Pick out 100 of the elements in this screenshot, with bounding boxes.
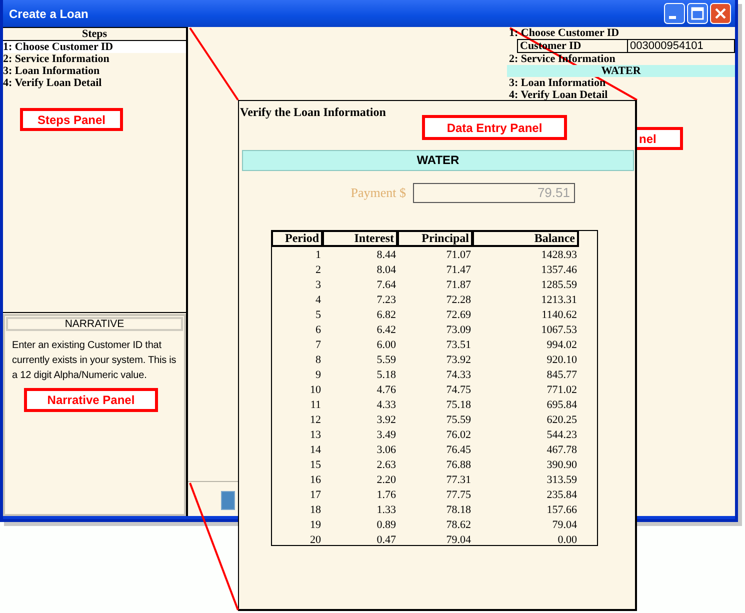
panel-heading: NARRATIVE: [6, 317, 183, 331]
table-cell-text: 771.02: [546, 383, 578, 398]
step-item[interactable]: 4: Verify Loan Detail: [3, 77, 186, 89]
close-icon[interactable]: [710, 3, 731, 24]
table-cell-text: 76.88: [445, 458, 472, 473]
table-cell-text: 73.51: [445, 338, 472, 353]
table-cell-text: 13: [309, 428, 322, 443]
table-cell-text: 3: [314, 278, 322, 293]
table-cell-text: 72.69: [445, 308, 472, 323]
summary-step: 3: Loan Information: [509, 77, 735, 89]
table-cell-text: 3.06: [376, 443, 397, 458]
table-cell-text: 19: [309, 518, 322, 533]
table-cell-text: 75.18: [445, 398, 472, 413]
table-cell-text: 7: [314, 338, 322, 353]
table-cell-text: 5.18: [376, 368, 397, 383]
table-cell-text: 73.92: [445, 353, 472, 368]
table-cell-text: 79.04: [551, 518, 578, 533]
table-cell-text: 16: [309, 473, 322, 488]
table-cell-text: 467.78: [546, 443, 578, 458]
table-cell-text: 920.10: [546, 353, 578, 368]
callout-label: Data Entry Panel: [422, 115, 567, 140]
callout-label: nel: [637, 127, 683, 150]
table-cell-text: 71.47: [445, 263, 472, 278]
column-header: Balance: [473, 231, 579, 247]
step-item[interactable]: 1: Choose Customer ID: [3, 41, 186, 53]
table-cell-text: 5.59: [376, 353, 397, 368]
table-cell-text: 6.00: [376, 338, 397, 353]
table-cell-text: 1: [314, 248, 322, 263]
table-cell-text: 17: [309, 488, 322, 503]
table-cell-text: 12: [309, 413, 322, 428]
minimize-icon[interactable]: [664, 3, 685, 24]
table-cell-text: 1067.53: [540, 323, 578, 338]
table-cell-text: 8.44: [376, 248, 397, 263]
table-cell-text: 14: [309, 443, 322, 458]
table-cell-text: 5: [314, 308, 322, 323]
table-cell-text: 1285.59: [540, 278, 578, 293]
table-cell-text: 0.47: [376, 533, 397, 548]
table-cell-text: 6.42: [376, 323, 397, 338]
table-cell-text: 74.33: [445, 368, 472, 383]
table-cell-text: 2.20: [376, 473, 397, 488]
table-cell-text: 1428.93: [540, 248, 578, 263]
table-cell-text: 2: [314, 263, 322, 278]
service-highlight: WATER: [507, 65, 735, 77]
table-cell-text: 1213.31: [540, 293, 578, 308]
column-header: Period: [272, 231, 323, 247]
table-cell-text: 8: [314, 353, 322, 368]
table-cell-text: 6.82: [376, 308, 397, 323]
table-cell-text: 74.75: [445, 383, 472, 398]
table-cell-text: 544.23: [546, 428, 578, 443]
step-item[interactable]: 2: Service Information: [3, 53, 186, 65]
step-item[interactable]: 3: Loan Information: [3, 65, 186, 77]
table-cell-text: 390.90: [546, 458, 578, 473]
panel-title: Verify the Loan Information: [240, 105, 387, 119]
table-cell-text: 71.07: [445, 248, 472, 263]
table-cell-text: 7.64: [376, 278, 397, 293]
table-cell-text: 1357.46: [540, 263, 578, 278]
table-cell-text: 695.84: [546, 398, 578, 413]
table-cell-text: 15: [309, 458, 322, 473]
table-cell-text: 77.31: [445, 473, 472, 488]
column-header: Interest: [323, 231, 398, 247]
narrative-text: Enter an existing Customer ID that currently exists in your system. This is a 12 digit Alpha/Numeric value.: [11, 339, 178, 383]
table-cell-text: 157.66: [546, 503, 578, 518]
callout-label: Narrative Panel: [24, 388, 158, 412]
table-cell-text: 77.75: [445, 488, 472, 503]
service-banner: WATER: [242, 150, 634, 171]
table-cell-text: 6: [314, 323, 322, 338]
summary-step: 1: Choose Customer ID: [509, 27, 735, 39]
table-cell-text: 235.84: [546, 488, 578, 503]
table-cell-text: 71.87: [445, 278, 472, 293]
table-cell-text: 0.89: [376, 518, 397, 533]
table-cell-text: 3.49: [376, 428, 397, 443]
table-cell-text: 4: [314, 293, 322, 308]
table-cell-text: 7.23: [376, 293, 397, 308]
table-cell-text: 1.76: [376, 488, 397, 503]
field-value: 003000954101: [629, 40, 704, 52]
table-cell-text: 2.63: [376, 458, 397, 473]
table-cell-text: 18: [309, 503, 322, 518]
table-cell-text: 845.77: [546, 368, 578, 383]
window-title: Create a Loan: [9, 6, 88, 20]
table-cell-text: 3.92: [376, 413, 397, 428]
table-cell-text: 78.62: [445, 518, 472, 533]
table-cell-text: 313.59: [546, 473, 578, 488]
table-cell-text: 9: [314, 368, 322, 383]
table-cell-text: 73.09: [445, 323, 472, 338]
callout-label: Steps Panel: [20, 108, 123, 131]
table-cell-text: 20: [309, 533, 322, 548]
table-cell-text: 76.45: [445, 443, 472, 458]
table-cell-text: 75.59: [445, 413, 472, 428]
table-cell-text: 79.04: [445, 533, 472, 548]
table-cell-text: 72.28: [445, 293, 472, 308]
table-cell-text: 78.18: [445, 503, 472, 518]
table-cell-text: 4.33: [376, 398, 397, 413]
table-cell-text: 4.76: [376, 383, 397, 398]
table-cell-text: 620.25: [546, 413, 578, 428]
table-cell-text: 10: [309, 383, 322, 398]
maximize-icon[interactable]: [687, 3, 708, 24]
table-cell-text: 1.33: [376, 503, 397, 518]
table-cell-text: 76.02: [445, 428, 472, 443]
table-cell-text: 1140.62: [540, 308, 578, 323]
payment-label: Payment $: [350, 185, 406, 201]
